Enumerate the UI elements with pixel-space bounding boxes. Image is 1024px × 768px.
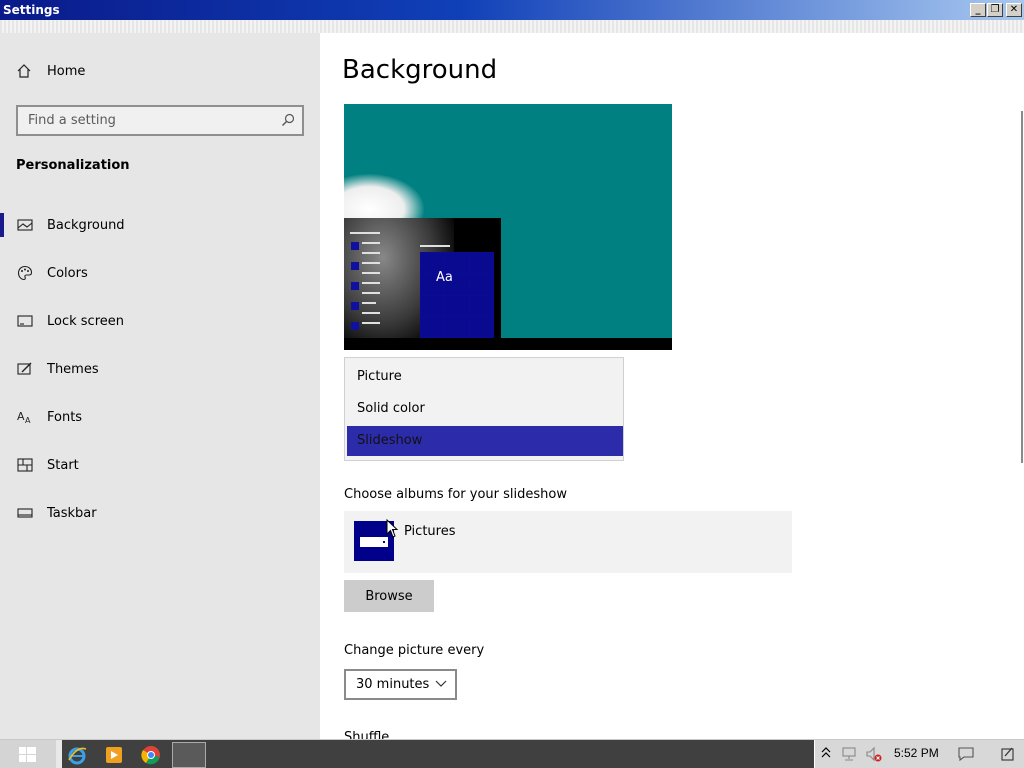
clock-time[interactable]: 5:52 PM: [894, 746, 939, 760]
fonts-icon: AA: [17, 409, 33, 425]
svg-text:A: A: [17, 410, 25, 423]
page-title: Background: [342, 55, 498, 85]
taskbar-separator: [56, 740, 62, 768]
scrollbar[interactable]: [1021, 111, 1023, 463]
sidebar-item-label: Fonts: [47, 409, 83, 425]
home-link[interactable]: Home: [16, 63, 85, 79]
preview-taskbar: [344, 338, 672, 350]
preview-tiles: [420, 252, 494, 338]
volume-muted-icon[interactable]: [865, 746, 883, 762]
system-tray: 5:52 PM: [814, 740, 1024, 768]
browse-button[interactable]: Browse: [344, 580, 434, 612]
start-button[interactable]: [0, 740, 56, 768]
palette-icon: [17, 265, 33, 281]
sidebar-item-fonts[interactable]: AA Fonts: [0, 393, 320, 441]
sidebar-item-label: Themes: [47, 361, 99, 377]
internet-explorer-icon[interactable]: [66, 744, 88, 766]
picture-icon: [17, 217, 33, 233]
sidebar-item-lock-screen[interactable]: Lock screen: [0, 297, 320, 345]
search-box[interactable]: [16, 105, 304, 136]
chevron-up-icon[interactable]: [821, 746, 831, 760]
change-picture-label: Change picture every: [344, 643, 485, 658]
themes-icon: [17, 361, 33, 377]
chevron-down-icon: [435, 680, 447, 687]
close-button[interactable]: ✕: [1006, 3, 1022, 17]
album-name: Pictures: [404, 524, 456, 539]
interval-select[interactable]: 30 minutes: [344, 669, 457, 700]
album-item[interactable]: Pictures: [344, 511, 792, 573]
preview-start-menu: [349, 232, 381, 338]
home-icon: [16, 63, 32, 79]
sidebar-item-themes[interactable]: Themes: [0, 345, 320, 393]
sidebar-item-label: Start: [47, 457, 79, 473]
sidebar-item-start[interactable]: Start: [0, 441, 320, 489]
preview-tile-header: [420, 245, 450, 247]
sidebar: Home Personalization Background Colors L…: [0, 33, 320, 739]
home-label: Home: [47, 63, 86, 79]
background-type-dropdown[interactable]: Picture Solid color Slideshow: [344, 357, 624, 461]
background-preview: Aa: [344, 104, 672, 350]
notifications-icon[interactable]: [957, 746, 975, 762]
sidebar-item-label: Colors: [47, 265, 88, 281]
sidebar-item-taskbar[interactable]: Taskbar: [0, 489, 320, 537]
minimize-button[interactable]: _: [970, 3, 986, 17]
interval-value: 30 minutes: [356, 677, 430, 692]
media-player-icon[interactable]: [103, 744, 125, 766]
sidebar-item-background[interactable]: Background: [0, 201, 320, 249]
windows-logo-icon: [19, 747, 36, 762]
sidebar-item-label: Background: [47, 217, 125, 233]
sidebar-item-label: Lock screen: [47, 313, 124, 329]
header-strip: [0, 20, 1024, 33]
dropdown-option-picture[interactable]: Picture: [347, 362, 623, 392]
chrome-icon[interactable]: [140, 744, 162, 766]
taskbar: 5:52 PM: [0, 739, 1024, 768]
preview-tile-text: Aa: [436, 270, 453, 285]
window-title: Settings: [3, 3, 60, 17]
search-input[interactable]: [18, 107, 268, 134]
dropdown-option-solid-color[interactable]: Solid color: [347, 394, 623, 424]
mouse-cursor-icon: [386, 519, 398, 538]
nav-list: Background Colors Lock screen Themes AA …: [0, 201, 320, 537]
svg-text:A: A: [25, 416, 31, 425]
main-content: Background Aa Picture Solid color Slides…: [320, 33, 1024, 742]
settings-taskbar-button[interactable]: [172, 742, 206, 768]
search-icon[interactable]: [281, 113, 295, 131]
sidebar-item-colors[interactable]: Colors: [0, 249, 320, 297]
network-icon[interactable]: [841, 746, 859, 762]
albums-label: Choose albums for your slideshow: [344, 487, 567, 502]
start-icon: [17, 457, 33, 473]
section-title: Personalization: [16, 158, 130, 173]
dropdown-option-slideshow[interactable]: Slideshow: [347, 426, 623, 456]
taskbar-icon: [17, 505, 33, 521]
show-desktop-icon[interactable]: [999, 746, 1017, 762]
title-bar: Settings _ ❐ ✕: [0, 0, 1024, 20]
sidebar-item-label: Taskbar: [47, 505, 97, 521]
restore-button[interactable]: ❐: [987, 3, 1003, 17]
lock-screen-icon: [17, 313, 33, 329]
